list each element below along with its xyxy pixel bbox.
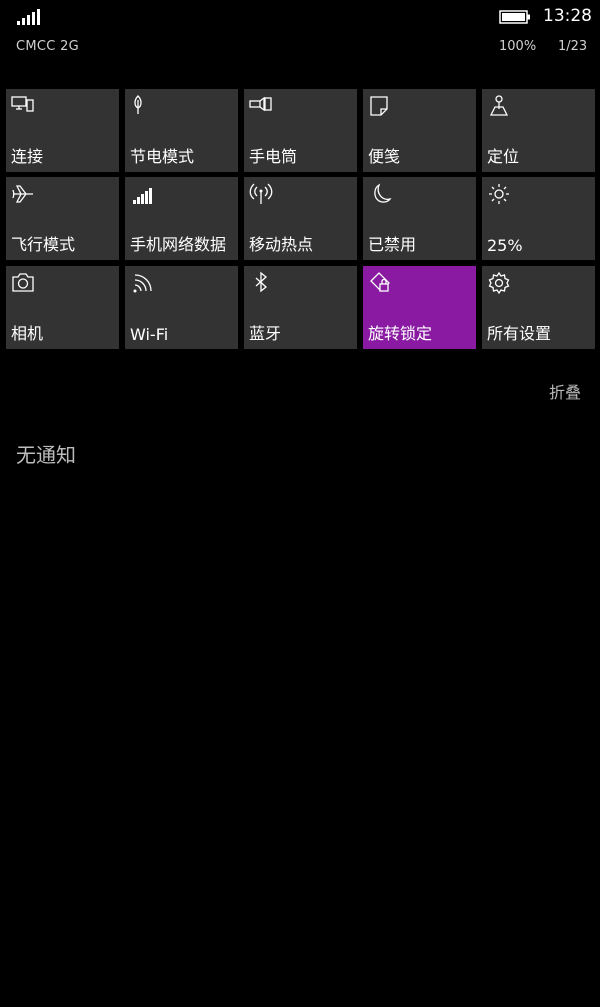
battery-saver-icon xyxy=(134,95,142,114)
tile-battery-saver[interactable]: 节电模式 xyxy=(125,89,238,172)
tile-label: Wi-Fi xyxy=(130,325,169,344)
no-notifications-text: 无通知 xyxy=(16,443,76,467)
tile-label: 手机网络数据 xyxy=(130,235,227,254)
tile-label: 节电模式 xyxy=(130,147,195,166)
camera-icon xyxy=(12,273,34,292)
tile-flashlight[interactable]: 手电筒 xyxy=(244,89,357,172)
bluetooth-icon xyxy=(255,271,268,293)
clock-time: 13:28 xyxy=(543,6,592,26)
location-icon xyxy=(489,95,509,116)
tile-all-settings[interactable]: 所有设置 xyxy=(482,266,595,349)
tile-brightness[interactable]: 25% xyxy=(482,177,595,260)
tile-mobile-hotspot[interactable]: 移动热点 xyxy=(244,177,357,260)
tile-connect[interactable]: 连接 xyxy=(6,89,119,172)
tile-camera[interactable]: 相机 xyxy=(6,266,119,349)
rotation-lock-icon xyxy=(370,272,390,292)
airplane-icon xyxy=(12,185,33,203)
battery-percent: 100% xyxy=(499,39,537,54)
wifi-icon xyxy=(133,274,152,293)
tile-label: 连接 xyxy=(11,147,44,166)
status-bar: CMCC 2G 13:28 100% 1/23 xyxy=(0,0,600,70)
tile-cellular-data[interactable]: 手机网络数据 xyxy=(125,177,238,260)
gear-icon xyxy=(488,271,510,295)
tile-label: 所有设置 xyxy=(487,324,552,343)
signal-bars-icon xyxy=(17,9,40,25)
tile-quiet-hours[interactable]: 已禁用 xyxy=(363,177,476,260)
flashlight-icon xyxy=(249,96,272,112)
connect-icon xyxy=(11,96,34,112)
tile-label: 飞行模式 xyxy=(11,235,76,254)
battery-icon xyxy=(499,10,530,24)
tile-label: 手电筒 xyxy=(249,147,298,166)
tile-label: 蓝牙 xyxy=(249,324,282,343)
brightness-icon xyxy=(489,184,509,204)
tile-note[interactable]: 便笺 xyxy=(363,89,476,172)
cellular-icon xyxy=(133,188,152,204)
tile-label: 便笺 xyxy=(368,147,401,166)
tile-label: 旋转锁定 xyxy=(368,324,433,343)
tile-label: 已禁用 xyxy=(368,235,417,254)
tile-rotation-lock[interactable]: 旋转锁定 xyxy=(363,266,476,349)
tile-bluetooth[interactable]: 蓝牙 xyxy=(244,266,357,349)
tile-location[interactable]: 定位 xyxy=(482,89,595,172)
tile-wifi[interactable]: Wi-Fi xyxy=(125,266,238,349)
hotspot-icon xyxy=(249,183,273,204)
carrier-name: CMCC 2G xyxy=(16,39,80,54)
tile-label: 相机 xyxy=(11,324,44,343)
date: 1/23 xyxy=(558,39,588,54)
tile-airplane-mode[interactable]: 飞行模式 xyxy=(6,177,119,260)
tile-label: 25% xyxy=(487,236,523,255)
note-icon xyxy=(370,96,388,116)
moon-icon xyxy=(374,183,392,203)
collapse-button[interactable]: 折叠 xyxy=(549,379,581,403)
tile-label: 定位 xyxy=(487,147,520,166)
tile-label: 移动热点 xyxy=(249,235,314,254)
